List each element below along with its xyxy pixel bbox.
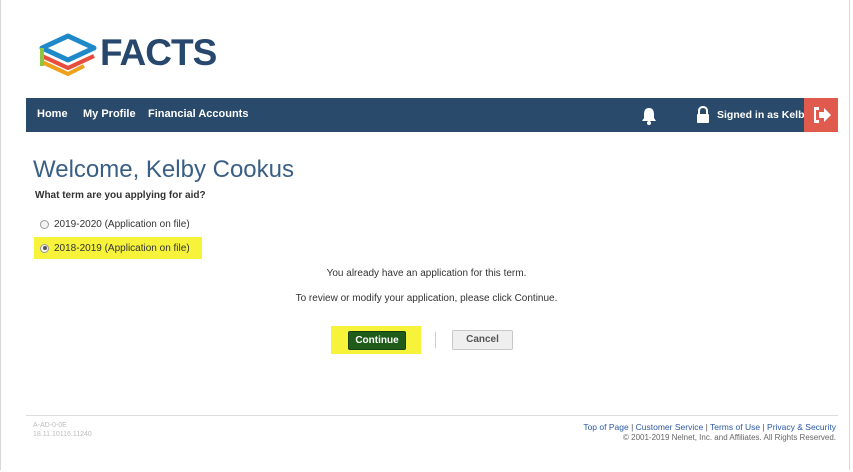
cancel-button[interactable]: Cancel	[452, 330, 513, 350]
term-option-2019-2020[interactable]: 2019-2020 (Application on file)	[40, 219, 190, 230]
link-terms-of-use[interactable]: Terms of Use	[710, 422, 760, 432]
page-code: A-AD-0-0E	[33, 422, 67, 429]
logout-button[interactable]	[804, 98, 838, 132]
facts-logo-icon	[39, 33, 97, 76]
facts-logo[interactable]: FACTS	[38, 30, 238, 76]
info-message: You already have an application for this…	[326, 268, 527, 279]
logout-icon	[814, 107, 831, 123]
lock-icon	[697, 106, 709, 123]
footer-divider	[26, 415, 838, 416]
continue-button[interactable]: Continue	[348, 331, 406, 350]
page-title: Welcome, Kelby Cookus	[33, 156, 294, 183]
link-customer-service[interactable]: Customer Service	[636, 422, 704, 432]
instruction-message: To review or modify your application, pl…	[295, 293, 558, 304]
button-divider	[435, 332, 436, 348]
link-top-of-page[interactable]: Top of Page	[583, 422, 628, 432]
signed-in-label[interactable]: Signed in as Kelby	[717, 109, 810, 121]
version-code: 18.11.10116.11240	[33, 431, 92, 438]
footer-links: Top of Page | Customer Service | Terms o…	[583, 422, 836, 432]
link-privacy-security[interactable]: Privacy & Security	[767, 422, 836, 432]
radio-icon[interactable]	[40, 220, 49, 229]
bell-icon[interactable]	[640, 106, 658, 125]
top-navbar: Home My Profile Financial Accounts Signe…	[26, 98, 838, 132]
term-option-2018-2019[interactable]: 2018-2019 (Application on file)	[34, 237, 202, 259]
nav-financial-accounts[interactable]: Financial Accounts	[148, 108, 248, 120]
term-option-label: 2018-2019 (Application on file)	[54, 242, 190, 254]
brand-name: FACTS	[100, 32, 217, 73]
nav-my-profile[interactable]: My Profile	[83, 108, 136, 120]
copyright: © 2001-2019 Nelnet, Inc. and Affiliates.…	[623, 433, 836, 442]
continue-highlight: Continue	[331, 326, 421, 354]
nav-home[interactable]: Home	[37, 108, 68, 120]
term-question: What term are you applying for aid?	[35, 190, 206, 201]
term-option-label: 2019-2020 (Application on file)	[54, 219, 190, 230]
radio-checked-icon[interactable]	[40, 243, 49, 253]
